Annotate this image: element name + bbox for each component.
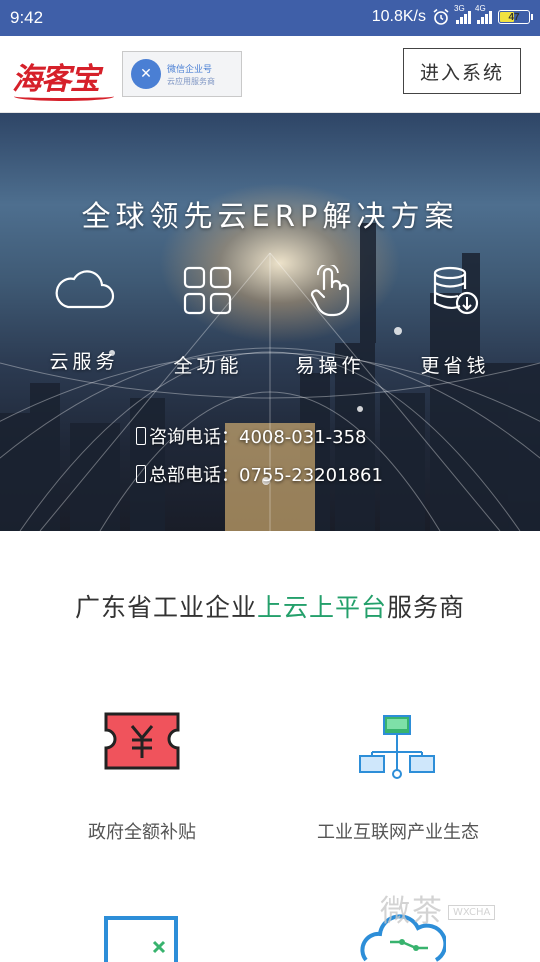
battery-icon: 47 <box>498 10 533 24</box>
cloud-icon <box>55 270 115 309</box>
coins-icon <box>433 266 479 315</box>
status-icons: 10.8K/s 3G 4G 47 <box>371 4 533 26</box>
feature-label: 全功能 <box>173 355 243 377</box>
badge-line1: 微信企业号 <box>167 65 213 75</box>
consult-phone[interactable]: 咨询电话：4008-031-358 <box>136 423 367 449</box>
grid-icon <box>183 266 232 315</box>
tap-hand-icon <box>310 265 350 317</box>
section-title-prefix: 广东省工业企业 <box>74 593 257 622</box>
feature-label: 云服务 <box>49 351 119 373</box>
service-label: 工业互联网产业生态 <box>317 822 479 843</box>
signal-sim2-icon: 4G <box>475 4 492 24</box>
feature-easy-operation: 易操作 <box>280 265 380 378</box>
feature-full-function: 全功能 <box>158 265 258 378</box>
feature-save-money: 更省钱 <box>405 265 505 378</box>
status-bar: 9:42 10.8K/s 3G 4G 47 <box>0 0 540 36</box>
wechat-enterprise-badge: ✕ 微信企业号 云应用服务商 <box>122 51 242 97</box>
feature-label: 易操作 <box>295 355 365 377</box>
app-header: 海客宝 ✕ 微信企业号 云应用服务商 进入系统 <box>0 36 540 113</box>
ticket-yen-icon <box>104 712 180 770</box>
watermark-text: 微茶 <box>380 894 444 929</box>
hero-banner: 全球领先云ERP解决方案 云服务 全功能 易操作 更省钱 咨询电话：4008-0… <box>0 113 540 531</box>
service-gov-subsidy[interactable]: 政府全额补贴 <box>22 700 262 860</box>
status-time: 9:42 <box>10 8 44 27</box>
phone-icon <box>136 465 146 483</box>
battery-level: 47 <box>508 11 520 23</box>
signal-sim1-icon: 3G <box>454 4 471 24</box>
hero-title: 全球领先云ERP解决方案 <box>81 199 459 233</box>
enter-system-button[interactable]: 进入系统 <box>403 48 521 94</box>
monitor-tool-icon <box>104 916 178 962</box>
hq-phone-text: 总部电话：0755-23201861 <box>149 465 383 486</box>
alarm-icon <box>433 8 449 25</box>
service-label: 政府全额补贴 <box>88 822 196 843</box>
watermark: 微茶 WXCHA <box>380 886 496 930</box>
consult-phone-text: 咨询电话：4008-031-358 <box>149 427 367 448</box>
section-title-suffix: 服务商 <box>387 593 466 622</box>
network-icon <box>359 715 435 779</box>
service-industrial-internet[interactable]: 工业互联网产业生态 <box>278 700 518 860</box>
badge-line2: 云应用服务商 <box>167 77 215 86</box>
section-title-highlight: 上云上平台 <box>256 593 387 622</box>
feature-cloud-service: 云服务 <box>34 265 134 374</box>
section-title: 广东省工业企业上云上平台服务商 <box>0 588 540 624</box>
wechat-enterprise-icon: ✕ <box>131 59 161 89</box>
logo-swoosh <box>14 92 114 101</box>
watermark-tag: WXCHA <box>448 905 496 920</box>
feature-label: 更省钱 <box>420 355 490 377</box>
hq-phone[interactable]: 总部电话：0755-23201861 <box>136 461 383 487</box>
network-speed: 10.8K/s <box>371 8 426 25</box>
phone-icon <box>136 427 146 445</box>
